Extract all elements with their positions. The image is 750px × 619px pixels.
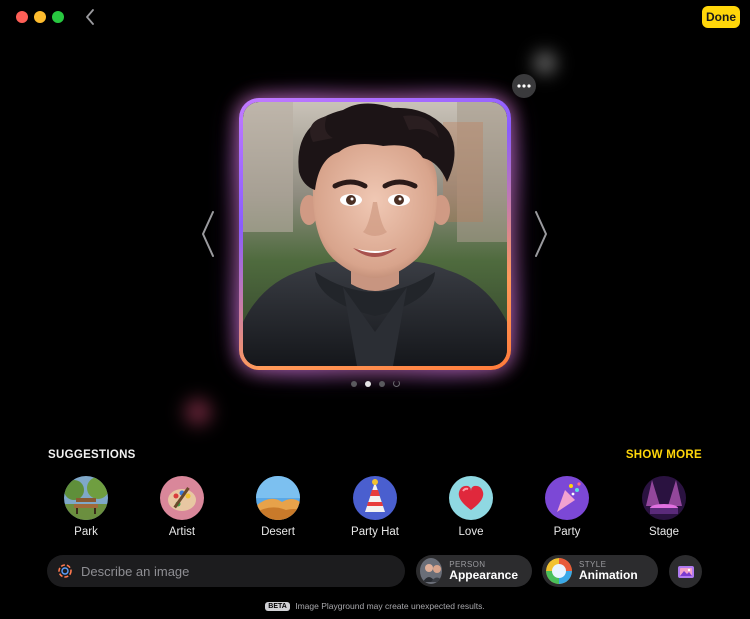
suggestion-desert[interactable]: Desert	[243, 476, 313, 538]
chevron-left-icon	[86, 9, 94, 25]
describe-image-input[interactable]	[81, 563, 381, 579]
suggestion-label: Park	[74, 526, 98, 538]
show-more-button[interactable]: SHOW MORE	[626, 449, 702, 461]
more-options-button[interactable]	[512, 74, 536, 98]
park-bench-icon	[64, 476, 108, 520]
stage-icon	[642, 476, 686, 520]
ambient-glow	[528, 46, 562, 80]
person-value: Appearance	[449, 567, 518, 582]
suggestion-label: Stage	[648, 526, 680, 538]
add-photo-button[interactable]	[669, 555, 702, 588]
suggestion-label: Love	[458, 526, 484, 538]
style-animation-icon	[546, 558, 572, 584]
suggestion-love[interactable]: Love	[436, 476, 506, 538]
suggestion-label: Party Hat	[351, 526, 399, 538]
generated-image[interactable]	[239, 98, 511, 370]
ellipsis-icon	[517, 84, 531, 88]
portrait-illustration	[243, 102, 507, 366]
desert-icon	[256, 476, 300, 520]
chevron-left-icon	[202, 211, 214, 257]
page-dot[interactable]	[351, 380, 357, 387]
window-controls	[16, 11, 64, 23]
image-playground-window: Done SUGGESTIONS SHOW MORE Park Artist D…	[0, 0, 750, 619]
party-popper-icon	[545, 476, 589, 520]
party-hat-icon	[353, 476, 397, 520]
minimize-window-button[interactable]	[34, 11, 46, 23]
prompt-field[interactable]	[47, 555, 405, 587]
suggestion-label: Artist	[168, 526, 196, 538]
page-dot[interactable]	[379, 380, 385, 387]
suggestion-party[interactable]: Party	[532, 476, 602, 538]
ambient-glow	[178, 392, 218, 432]
photo-icon	[677, 565, 694, 578]
page-indicator	[351, 380, 400, 387]
suggestion-label: Party	[553, 526, 581, 538]
suggestion-party-hat[interactable]: Party Hat	[340, 476, 410, 538]
style-animation-button[interactable]: STYLE Animation	[542, 555, 658, 587]
disclaimer: BETA Image Playground may create unexpec…	[0, 601, 750, 611]
person-appearance-button[interactable]: PERSON Appearance	[416, 555, 532, 587]
page-dot-active[interactable]	[365, 380, 371, 387]
done-button[interactable]: Done	[702, 6, 740, 28]
style-value: Animation	[579, 567, 638, 582]
person-avatar-icon	[420, 558, 443, 584]
suggestion-label: Desert	[261, 526, 295, 538]
palette-icon	[160, 476, 204, 520]
back-button[interactable]	[80, 6, 100, 28]
chevron-right-icon	[535, 211, 547, 257]
zoom-window-button[interactable]	[52, 11, 64, 23]
disclaimer-text: Image Playground may create unexpected r…	[295, 601, 485, 611]
suggestion-artist[interactable]: Artist	[147, 476, 217, 538]
beta-badge: BETA	[265, 602, 290, 611]
generated-portrait	[243, 102, 507, 366]
image-playground-icon	[58, 564, 72, 578]
suggestions-heading: SUGGESTIONS	[48, 449, 136, 461]
suggestion-stage[interactable]: Stage	[629, 476, 699, 538]
loading-spinner-icon	[393, 380, 400, 387]
heart-icon	[449, 476, 493, 520]
suggestion-park[interactable]: Park	[51, 476, 121, 538]
close-window-button[interactable]	[16, 11, 28, 23]
previous-image-button[interactable]	[200, 210, 216, 258]
next-image-button[interactable]	[533, 210, 549, 258]
